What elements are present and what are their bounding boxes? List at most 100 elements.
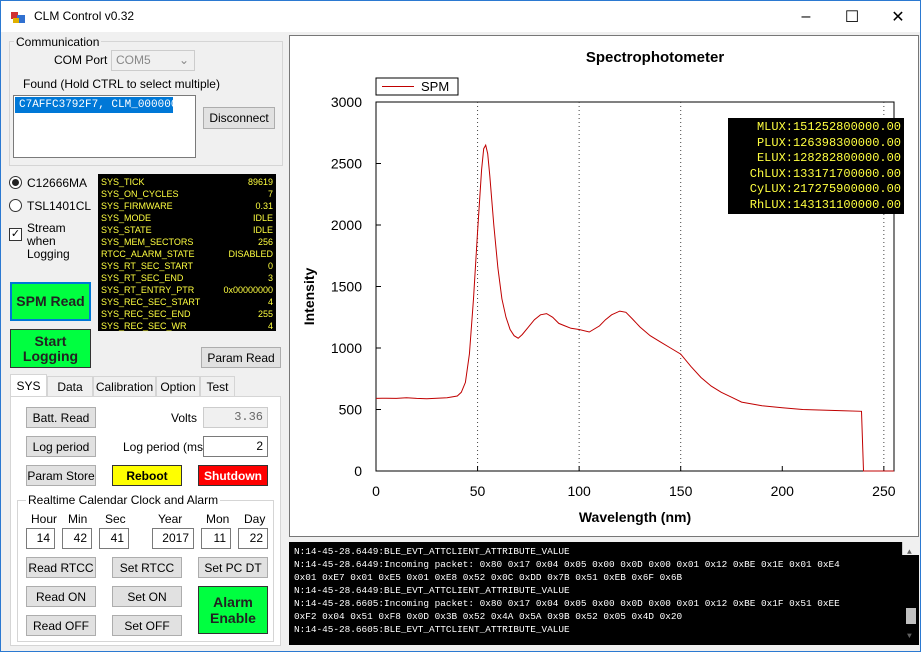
set-off-button[interactable]: Set OFF xyxy=(112,615,182,636)
found-devices-list[interactable]: C7AFFC3792F7, CLM_000000C xyxy=(13,95,196,158)
y-tick-label: 1500 xyxy=(331,279,362,295)
close-icon: ✕ xyxy=(891,8,905,26)
communication-group-label: Communication xyxy=(14,35,102,49)
y-tick-label: 1000 xyxy=(331,340,362,356)
sys-param-value: IDLE xyxy=(252,213,273,223)
spm-read-button[interactable]: SPM Read xyxy=(10,282,91,321)
x-tick-label: 50 xyxy=(470,483,486,499)
sys-param-row: SYS_RT_SEC_START 0 xyxy=(101,260,273,272)
scroll-thumb[interactable] xyxy=(906,608,916,624)
disconnect-button[interactable]: Disconnect xyxy=(203,107,275,129)
rtc-mon-field[interactable]: 11 xyxy=(201,528,231,549)
sys-param-name: SYS_STATE xyxy=(101,225,152,235)
tsl1401cl-radio[interactable] xyxy=(9,199,22,212)
log-period-button[interactable]: Log period xyxy=(26,436,96,457)
tab-data[interactable]: Data xyxy=(47,376,93,396)
read-rtcc-button[interactable]: Read RTCC xyxy=(26,557,96,578)
rtc-min-field[interactable]: 42 xyxy=(62,528,92,549)
sys-param-name: SYS_REC_SEC_END xyxy=(101,309,191,319)
sys-param-value: 3 xyxy=(267,273,273,283)
rtc-day-field[interactable]: 22 xyxy=(238,528,268,549)
rtc-hour-label: Hour xyxy=(31,512,58,526)
set-on-button[interactable]: Set ON xyxy=(112,586,182,607)
sys-param-value: 89619 xyxy=(247,177,273,187)
volts-label: Volts xyxy=(171,411,198,425)
com-port-label: COM Port xyxy=(54,53,108,67)
console-line: N:14-45-28.6449:BLE_EVT_ATTCLIENT_ATTRIB… xyxy=(294,585,570,596)
rtc-day-label: Day xyxy=(244,512,266,526)
batt-read-button[interactable]: Batt. Read xyxy=(26,407,96,428)
tab-sys[interactable]: SYS xyxy=(10,374,47,397)
sys-param-row: SYS_REC_SEC_END 255 xyxy=(101,308,273,320)
sys-param-value: 255 xyxy=(257,309,273,319)
console-line: N:14-45-28.6605:BLE_EVT_ATTCLIENT_ATTRIB… xyxy=(294,624,570,635)
y-tick-label: 2000 xyxy=(331,217,362,233)
rtc-hour-field[interactable]: 14 xyxy=(26,528,55,549)
set-rtcc-button[interactable]: Set RTCC xyxy=(112,557,182,578)
sys-param-row: SYS_REC_SEC_START 4 xyxy=(101,296,273,308)
found-device-item[interactable]: C7AFFC3792F7, CLM_000000C xyxy=(15,97,173,113)
c12666ma-radio[interactable] xyxy=(9,176,22,189)
sys-param-row: SYS_TICK 89619 xyxy=(101,176,273,188)
read-on-button[interactable]: Read ON xyxy=(26,586,96,607)
spectrophotometer-chart: 0 50 100 150 200 250 0 500 1000 1500 2000 2500 3000 S… xyxy=(289,35,919,537)
c12666ma-label: C12666MA xyxy=(27,176,88,190)
sys-param-value: 4 xyxy=(267,297,273,307)
log-console[interactable]: N:14-45-28.6449:BLE_EVT_ATTCLIENT_ATTRIB… xyxy=(289,542,919,645)
minimize-button[interactable]: – xyxy=(783,1,829,32)
tab-test[interactable]: Test xyxy=(200,376,235,396)
sys-param-row: SYS_REC_SEC_WR 4 xyxy=(101,320,273,332)
set-pc-dt-button[interactable]: Set PC DT xyxy=(198,557,268,578)
maximize-icon: ☐ xyxy=(844,8,860,26)
tab-option[interactable]: Option xyxy=(156,376,200,396)
lux-readout-mlux: MLUX:151252800000.00 xyxy=(756,120,901,134)
sys-param-name: SYS_TICK xyxy=(101,177,145,187)
rtc-sec-field[interactable]: 41 xyxy=(99,528,129,549)
y-tick-label: 2500 xyxy=(331,156,362,172)
com-port-value: COM5 xyxy=(116,53,151,67)
window-title: CLM Control v0.32 xyxy=(34,9,135,23)
log-period-field[interactable]: 2 xyxy=(203,436,268,457)
sys-param-name: SYS_RT_SEC_START xyxy=(101,261,194,271)
close-button[interactable]: ✕ xyxy=(875,1,921,32)
sys-param-value: DISABLED xyxy=(228,249,273,259)
sys-param-value: 256 xyxy=(257,237,273,247)
y-tick-label: 500 xyxy=(339,402,363,418)
sys-params-panel: SYS_TICK 89619 SYS_ON_CYCLES 7 SYS_FIRMWARE 0… xyxy=(98,174,276,331)
rtc-year-label: Year xyxy=(158,512,183,526)
y-tick-label: 0 xyxy=(354,463,362,479)
scroll-down-icon[interactable]: ▼ xyxy=(907,630,912,643)
sys-param-row: RTCC_ALARM_STATE DISABLED xyxy=(101,248,273,260)
sys-param-row: SYS_RT_ENTRY_PTR 0x00000000 xyxy=(101,284,273,296)
checkmark-icon: ✓ xyxy=(10,228,21,240)
sys-param-value: 0.31 xyxy=(255,201,273,211)
rtc-min-label: Min xyxy=(68,512,88,526)
console-line: N:14-45-28.6449:Incoming packet: 0x80 0x… xyxy=(294,559,840,570)
stream-checkbox[interactable]: ✓ xyxy=(9,228,22,241)
console-scrollbar[interactable]: ▲ ▼ xyxy=(902,542,919,641)
chart-title: Spectrophotometer xyxy=(586,49,725,66)
maximize-button[interactable]: ☐ xyxy=(829,1,875,32)
console-line: 0xF2 0x04 0x51 0xF8 0x0D 0x3B 0x52 0x4A … xyxy=(294,611,683,622)
x-tick-label: 250 xyxy=(872,483,896,499)
tab-calibration[interactable]: Calibration xyxy=(93,376,156,396)
lux-readout-cylux: CyLUX:217275900000.00 xyxy=(749,182,901,196)
com-port-select[interactable]: COM5 ⌄ xyxy=(111,50,195,71)
sys-param-row: SYS_MODE IDLE xyxy=(101,212,273,224)
alarm-enable-button[interactable]: Alarm Enable xyxy=(198,586,268,634)
x-tick-label: 150 xyxy=(669,483,693,499)
param-store-button[interactable]: Param Store xyxy=(26,465,96,486)
sys-param-name: SYS_ON_CYCLES xyxy=(101,189,179,199)
rtc-year-field[interactable]: 2017 xyxy=(152,528,194,549)
minimize-icon: – xyxy=(801,7,811,25)
sys-param-name: SYS_REC_SEC_WR xyxy=(101,321,187,331)
read-off-button[interactable]: Read OFF xyxy=(26,615,96,636)
scroll-up-icon[interactable]: ▲ xyxy=(907,546,912,559)
log-period-label: Log period (ms) xyxy=(123,440,208,454)
shutdown-button[interactable]: Shutdown xyxy=(198,465,268,486)
start-logging-button[interactable]: Start Logging xyxy=(10,329,91,368)
sys-param-name: SYS_MEM_SECTORS xyxy=(101,237,194,247)
param-read-button[interactable]: Param Read xyxy=(201,347,281,368)
lux-readout-panel: MLUX:151252800000.00 PLUX:126398300000.0… xyxy=(728,118,904,214)
reboot-button[interactable]: Reboot xyxy=(112,465,182,486)
